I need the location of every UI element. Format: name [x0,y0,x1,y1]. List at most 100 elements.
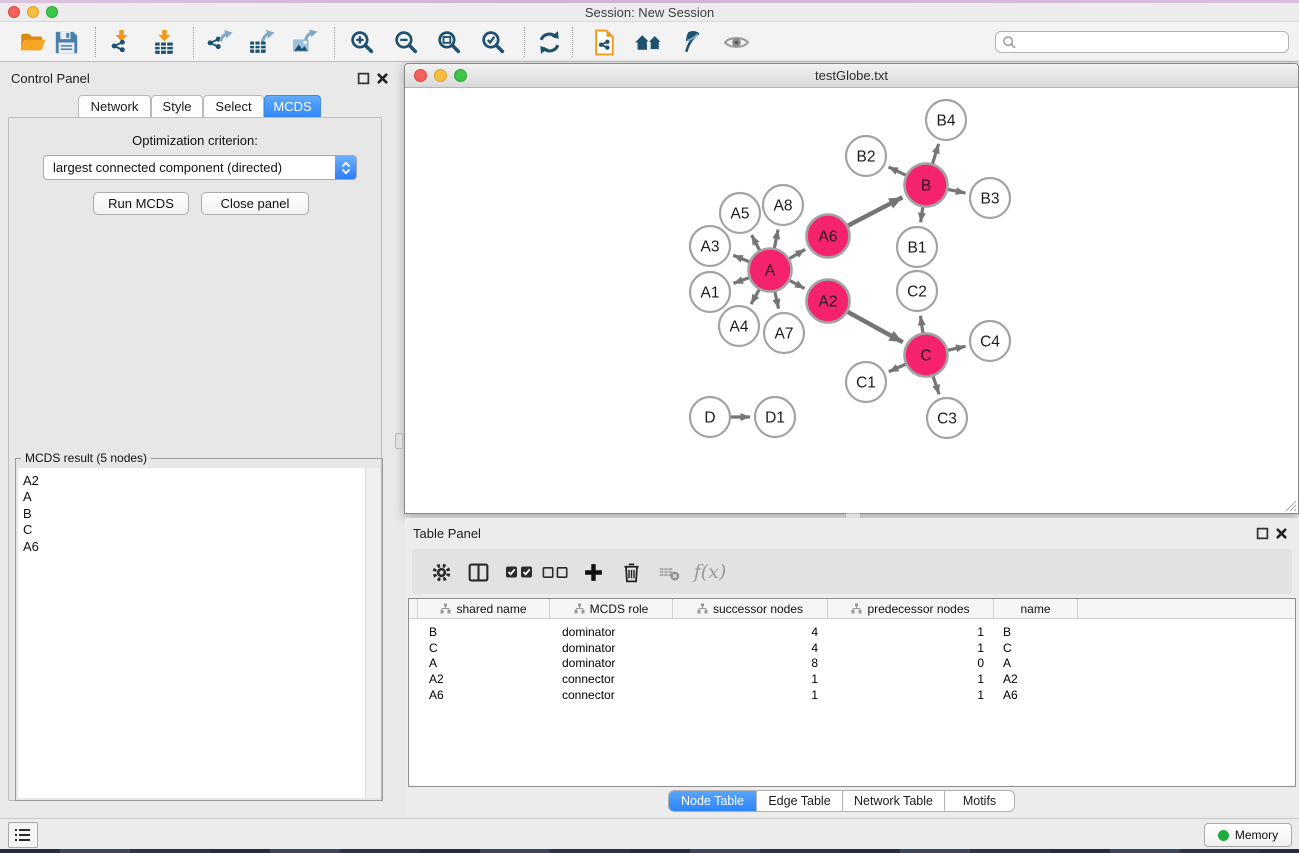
import-network-button[interactable] [103,26,139,58]
graph-node-C3[interactable]: C3 [927,398,967,438]
edge-A-A4[interactable] [751,290,759,304]
export-table-button[interactable] [243,26,279,58]
column-header-predecessor-nodes[interactable]: predecessor nodes [828,599,994,618]
tab-edge-table[interactable]: Edge Table [757,791,843,811]
scrollbar-track[interactable] [365,468,380,798]
column-header-name[interactable]: name [994,599,1078,618]
window-resize-grip[interactable] [1283,498,1297,512]
tab-network-table[interactable]: Network Table [843,791,945,811]
table-row[interactable]: Bdominator41B [409,624,1295,640]
close-panel-button[interactable]: Close panel [201,192,309,215]
refresh-button[interactable] [531,26,567,58]
edge-B-B2[interactable] [889,167,906,175]
edge-A-A2[interactable] [790,281,805,289]
column-header-MCDS-role[interactable]: MCDS role [550,599,673,618]
edge-C-C2[interactable] [920,316,922,333]
graph-node-A8[interactable]: A8 [763,185,803,225]
optimization-dropdown[interactable]: largest connected component (directed) [43,155,357,180]
graph-node-A7[interactable]: A7 [764,313,804,353]
unselect-all-button[interactable] [539,556,573,588]
edge-A-A3[interactable] [733,255,749,261]
search-field[interactable] [995,31,1289,53]
graph-node-B4[interactable]: B4 [926,100,966,140]
zoom-window-light[interactable] [454,69,467,82]
tab-network[interactable]: Network [78,95,151,118]
graph-node-B3[interactable]: B3 [970,178,1010,218]
table-settings-button[interactable] [425,556,457,588]
search-input[interactable] [1021,35,1288,49]
close-panel-icon[interactable] [376,72,389,85]
graph-node-A1[interactable]: A1 [690,272,730,312]
column-header-successor-nodes[interactable]: successor nodes [673,599,828,618]
graph-node-B1[interactable]: B1 [897,227,937,267]
close-window-light[interactable] [414,69,427,82]
function-builder-button[interactable]: f(x) [690,556,730,588]
table-row[interactable]: A2connector11A2 [409,671,1295,687]
edge-A-A5[interactable] [752,235,760,250]
graph-node-B2[interactable]: B2 [846,136,886,176]
edge-A-A7[interactable] [775,292,779,309]
graph-node-D1[interactable]: D1 [755,397,795,437]
edge-B-B3[interactable] [948,189,965,193]
edge-C-C1[interactable] [889,364,906,372]
task-history-button[interactable] [8,822,38,848]
edge-B-B4[interactable] [933,144,939,164]
graph-node-C1[interactable]: C1 [846,362,886,402]
tab-select[interactable]: Select [203,95,264,118]
edge-C-C4[interactable] [948,346,966,350]
save-session-button[interactable] [48,26,84,58]
tab-motifs[interactable]: Motifs [945,791,1014,811]
edge-C-C3[interactable] [933,376,939,394]
graph-node-A6[interactable]: A6 [807,215,850,258]
select-all-button[interactable] [502,556,538,588]
delete-table-button[interactable] [653,556,685,588]
new-network-from-selection-button[interactable] [587,26,623,58]
network-canvas[interactable]: A A1 A2 A3 A4 A5 A6 A7 A8 B B1 B2 B3B4 C C1 C2 C3C4 D D1 [405,88,1298,513]
edge-A6-B[interactable] [848,197,903,225]
export-network-button[interactable] [201,26,237,58]
import-table-button[interactable] [146,26,182,58]
tab-style[interactable]: Style [151,95,203,118]
show-hide-button[interactable] [718,26,754,58]
panel-divider-grip[interactable] [395,433,403,449]
column-header-shared-name[interactable]: shared name [418,599,550,618]
table-row[interactable]: A6connector11A6 [409,687,1295,703]
minimize-window-light[interactable] [434,69,447,82]
delete-column-button[interactable] [615,556,647,588]
export-image-button[interactable] [286,26,322,58]
table-row[interactable]: Adominator80A [409,656,1295,672]
edge-A-A8[interactable] [774,230,778,248]
close-panel-icon[interactable] [1275,527,1288,540]
graph-node-A[interactable]: A [749,249,792,292]
add-column-button[interactable] [577,556,609,588]
graph-node-C[interactable]: C [905,334,948,377]
graph-node-A5[interactable]: A5 [720,193,760,233]
edge-A-A6[interactable] [789,249,805,258]
graph-node-C4[interactable]: C4 [970,321,1010,361]
float-panel-icon[interactable] [357,72,370,85]
graph-node-B[interactable]: B [905,164,948,207]
graph-node-C2[interactable]: C2 [897,271,937,311]
graph-node-A3[interactable]: A3 [690,226,730,266]
edge-B-B1[interactable] [921,207,923,222]
zoom-out-button[interactable] [388,26,424,58]
open-file-button[interactable] [14,26,50,58]
minimize-window-light[interactable] [27,6,39,18]
edge-A2-C[interactable] [848,312,903,342]
zoom-in-button[interactable] [344,26,380,58]
table-row[interactable]: Cdominator41C [409,640,1295,656]
float-panel-icon[interactable] [1256,527,1269,540]
zoom-fit-button[interactable] [431,26,467,58]
wand-button[interactable] [673,26,709,58]
close-window-light[interactable] [8,6,20,18]
graph-node-D[interactable]: D [690,397,730,437]
memory-button[interactable]: Memory [1204,823,1292,847]
tab-mcds[interactable]: MCDS [264,95,321,118]
show-columns-button[interactable] [462,556,494,588]
zoom-window-light[interactable] [46,6,58,18]
graph-node-A2[interactable]: A2 [807,280,850,323]
cybrowser-home-button[interactable] [630,26,666,58]
zoom-selected-button[interactable] [475,26,511,58]
tab-node-table[interactable]: Node Table [669,791,757,811]
graph-node-A4[interactable]: A4 [719,306,759,346]
